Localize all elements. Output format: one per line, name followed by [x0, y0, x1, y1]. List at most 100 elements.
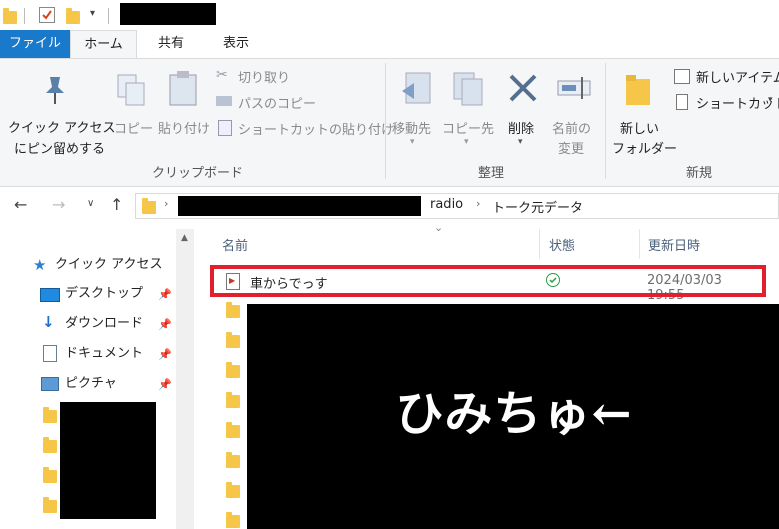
clipboard-icon — [169, 71, 197, 106]
download-arrow-icon: ↓ — [42, 313, 55, 331]
pin-icon[interactable]: 📌 — [158, 288, 172, 301]
breadcrumb-current[interactable]: トーク元データ — [492, 197, 583, 216]
nav-pictures[interactable]: ピクチャ — [65, 373, 117, 395]
copy-to-button[interactable]: コピー先 ▾ — [440, 65, 495, 155]
new-item-icon — [674, 69, 690, 84]
file-list-pane: ⌄ 名前 状態 更新日時 ▶ 車からでっす 2024/03/03 19:55 ひ… — [196, 221, 779, 529]
paste-button[interactable]: 貼り付け — [156, 65, 211, 137]
rename-label-line2: 変更 — [558, 142, 585, 157]
folder-icon — [226, 392, 240, 408]
paste-shortcut-label: ショートカットの貼り付け — [238, 123, 395, 138]
properties-icon[interactable] — [39, 7, 55, 23]
folder-icon — [226, 362, 240, 378]
rename-icon — [557, 77, 591, 99]
cut-label: 切り取り — [238, 71, 291, 86]
folder-icon — [142, 198, 156, 214]
group-separator — [605, 63, 606, 179]
nav-documents[interactable]: ドキュメント — [65, 343, 143, 365]
new-folder-icon — [626, 75, 650, 105]
tab-view[interactable]: 表示 — [205, 30, 267, 58]
move-to-button[interactable]: 移動先 ▾ — [390, 65, 438, 155]
pin-icon[interactable]: 📌 — [158, 348, 172, 361]
forward-arrow-icon[interactable]: → — [52, 195, 65, 214]
folder-icon — [226, 482, 240, 498]
customize-toolbar-icon[interactable]: ▾ — [90, 8, 95, 19]
folder-icon — [43, 407, 57, 423]
copy-button[interactable]: コピー — [112, 65, 154, 137]
black-overlay: ひみちゅ← — [247, 304, 779, 529]
column-separator[interactable] — [639, 229, 640, 259]
sort-chevron-icon: ⌄ — [434, 221, 444, 234]
shortcut-icon — [218, 120, 232, 136]
nav-downloads[interactable]: ダウンロード — [65, 313, 143, 335]
move-to-icon — [402, 72, 431, 104]
new-group-label: 新規 — [686, 166, 713, 181]
pin-icon[interactable]: 📌 — [158, 318, 172, 331]
column-header-name[interactable]: 名前 — [222, 235, 248, 254]
title-bar: ▾ — [0, 0, 779, 30]
scissors-icon: ✂ — [216, 67, 228, 83]
easy-access-label: ショートカット — [696, 97, 779, 112]
recent-locations-chevron-icon[interactable]: ∨ — [87, 198, 94, 209]
tab-home[interactable]: ホーム — [70, 30, 137, 58]
folder-icon — [43, 467, 57, 483]
folder-icon — [226, 422, 240, 438]
paste-label: 貼り付け — [158, 122, 211, 137]
path-icon — [216, 96, 232, 106]
dropdown-arrow-icon: ▾ — [464, 137, 469, 147]
desktop-icon — [40, 288, 60, 302]
copy-path-label: パスのコピー — [238, 97, 317, 112]
nav-quick-access[interactable]: クイック アクセス — [55, 254, 162, 276]
pin-label-line1: クイック アクセス — [8, 121, 116, 136]
group-separator — [385, 63, 386, 179]
redacted-path — [178, 196, 421, 216]
column-separator[interactable] — [539, 229, 540, 259]
navigation-scrollbar[interactable]: ▲ — [176, 229, 194, 529]
breadcrumb-chevron-icon: › — [476, 197, 481, 210]
rename-button[interactable]: 名前の 変更 — [548, 65, 600, 157]
pin-label-line2: にピン留めする — [14, 142, 106, 157]
column-header-modified[interactable]: 更新日時 — [648, 235, 700, 254]
pin-to-quick-access-button[interactable]: クイック アクセス にピン留めする — [6, 65, 115, 157]
navigation-row: ← → ∨ ↑ › radio › トーク元データ — [0, 187, 779, 225]
dropdown-arrow-icon: ▾ — [768, 95, 773, 105]
organize-group-label: 整理 — [478, 166, 505, 181]
new-folder-button[interactable]: 新しい フォルダー — [610, 65, 677, 157]
address-bar[interactable]: › radio › トーク元データ — [135, 193, 779, 219]
tab-file[interactable]: ファイル — [0, 30, 70, 58]
copy-to-label: コピー先 — [442, 122, 495, 137]
copy-label: コピー — [114, 122, 154, 137]
pin-icon[interactable]: 📌 — [158, 378, 172, 391]
scroll-up-arrow-icon[interactable]: ▲ — [181, 233, 188, 243]
up-arrow-icon[interactable]: ↑ — [110, 195, 123, 214]
delete-label: 削除 — [508, 122, 535, 137]
folder-icon — [226, 302, 240, 318]
new-folder-quick-icon[interactable] — [66, 8, 80, 24]
copy-to-icon — [453, 72, 483, 106]
redacted-window-title — [120, 3, 216, 25]
delete-button[interactable]: 削除 ▾ — [500, 65, 542, 155]
breadcrumb-radio[interactable]: radio — [430, 197, 463, 212]
column-header-status[interactable]: 状態 — [549, 235, 575, 254]
ribbon-tab-row: ファイル ホーム 共有 表示 — [0, 30, 779, 59]
folder-icon — [43, 437, 57, 453]
nav-desktop[interactable]: デスクトップ — [65, 283, 143, 305]
folder-icon — [226, 512, 240, 528]
overlay-caption: ひみちゅ← — [395, 386, 633, 442]
folder-icon — [226, 332, 240, 348]
dropdown-arrow-icon: ▾ — [410, 137, 415, 147]
divider — [24, 8, 25, 24]
folder-icon — [226, 452, 240, 468]
dropdown-arrow-icon: ▾ — [518, 137, 523, 147]
navigation-pane: ★ クイック アクセス デスクトップ 📌 ↓ ダウンロード 📌 ドキュメント 📌… — [0, 225, 196, 529]
delete-x-icon — [509, 74, 537, 102]
new-folder-label-line2: フォルダー — [612, 142, 678, 157]
new-folder-label-line1: 新しい — [620, 122, 660, 137]
folder-icon — [3, 8, 17, 24]
tab-share[interactable]: 共有 — [140, 30, 202, 58]
back-arrow-icon[interactable]: ← — [14, 195, 27, 214]
copy-icon — [117, 74, 145, 106]
folder-icon — [43, 497, 57, 513]
move-to-label: 移動先 — [392, 122, 432, 137]
rename-label-line1: 名前の — [552, 122, 592, 137]
